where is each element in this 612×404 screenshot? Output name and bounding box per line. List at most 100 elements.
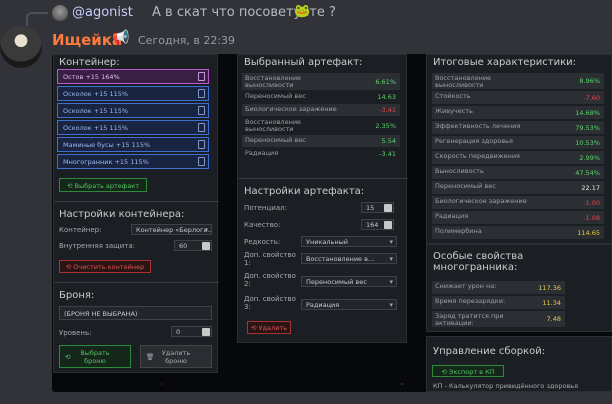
protection-input[interactable]: 60 [174,240,212,251]
total-stat-row: Радиация -1.08 [432,211,604,224]
artifact-stat-row: Восстановление выносливости 2.35% [242,117,400,134]
special-stat-row: Снижает урон на: 117.36 [432,281,565,294]
stat-value: 14.68% [575,109,600,117]
document-icon[interactable] [198,123,205,132]
select-armor-button[interactable]: ⟲ Выбрать броню [59,345,131,368]
artifact-stat-row: Радиация -3.41 [242,148,400,160]
level-input[interactable]: 0 [171,326,212,337]
container-slot[interactable]: Осколок +15 115% [57,120,209,135]
divider [54,282,219,283]
container-slot[interactable]: Маминые бусы +15 115% [57,137,209,152]
image-attachment[interactable]: Контейнер: Остов +15 164% Осколок +15 115… [52,54,612,392]
stat-label: Переносимый вес [245,93,306,100]
total-stat-row: Скорость передвижения 2.99% [432,151,604,164]
prop2-value: Переносимый вес [306,278,367,286]
stat-label: Переносимый вес [435,183,496,190]
total-stat-row: Биологическое заражение -1.00 [432,196,604,209]
artifact-stat-row: Переносимый вес 5.54 [242,135,400,147]
stat-label-line1: Биологическое заражение [435,197,527,205]
stat-label: Восстановление выносливости [245,119,301,133]
document-icon[interactable] [198,157,205,166]
stepper-icon[interactable] [202,242,210,250]
delete-armor-button[interactable]: 🗑 Удалить броню [140,345,212,368]
refresh-icon: ⟲ [65,353,71,361]
container-slot[interactable]: Многогранник +15 115% [57,154,209,169]
artifact-stat-row: Биологическое заражение -3.41 [242,104,400,116]
stat-label-line1: Радиация [245,149,279,157]
select-artifact-button[interactable]: ⟲ Выбрать артефакт [59,178,147,192]
quality-input[interactable]: 164 [361,219,394,230]
prop2-select[interactable]: Переносимый вес ▾ [301,276,397,287]
stat-label-line1: Полимербина [435,227,482,235]
manage-footer: КП - Калькулятор привидённого здоровья [433,382,579,390]
stat-label: Полимербина [435,228,482,235]
stat-label: Радиация [435,213,468,220]
stat-value: 22.17 [581,184,600,192]
container-slot[interactable]: Осколок +15 115% [57,86,209,101]
rarity-label: Редкость: [244,238,281,246]
rarity-select[interactable]: Уникальный ▾ [301,236,397,247]
chevron-down-icon: ▾ [389,255,393,263]
prop3-value: Радиация [306,301,340,309]
document-icon[interactable] [198,72,205,81]
stat-label: Выносливость [435,168,484,175]
prop2-label: Доп. свойство 2: [244,272,296,288]
stat-value: -1.08 [583,214,600,222]
document-icon[interactable] [198,106,205,115]
stat-label-line2: выносливости [245,125,294,133]
stepper-icon[interactable] [384,204,392,212]
stat-label: Радиация [245,150,278,157]
stat-value: 6.61% [375,78,396,86]
divider [238,178,408,179]
total-stat-row: Живучесть 14.68% [432,106,604,119]
stat-value: 7.48 [546,315,561,323]
stat-label-line2: выносливости [435,81,484,89]
stepper-icon[interactable] [202,328,210,336]
container-slot[interactable]: Остов +15 164% [57,69,209,84]
clear-container-button[interactable]: ⟲ Очистить контейнер [59,260,151,273]
slot-label: Осколок +15 115% [63,90,129,98]
artifact-stat-row: Восстановление выносливости 6.61% [242,73,400,90]
slot-label: Остов +15 164% [63,73,120,81]
container-select[interactable]: Контейнер «Берлога... ▾ [131,224,212,235]
stat-label: Восстановление выносливости [245,75,301,89]
stat-label-line1: Радиация [435,212,469,220]
reply-avatar[interactable] [52,5,68,21]
container-panel: Контейнер: Остов +15 164% Осколок +15 115… [53,54,219,373]
prop1-select[interactable]: Восстановление в... ▾ [301,253,397,264]
stat-value: 47.54% [575,169,600,177]
stat-value: 14.63 [377,93,396,101]
total-stat-row: Выносливость 47.54% [432,166,604,179]
slot-label: Осколок +15 115% [63,107,129,115]
reply-username[interactable]: @agonist [72,5,133,20]
stat-value: -1.00 [583,199,600,207]
armor-field[interactable]: (БРОНЯ НЕ ВЫБРАНА) [59,306,212,320]
stat-label: Время перезарядки: [435,298,505,305]
reply-connector [26,12,48,26]
prop3-select[interactable]: Радиация ▾ [301,299,397,310]
stat-label-line1: Выносливость [435,167,484,175]
document-icon[interactable] [198,89,205,98]
slot-label: Маминые бусы +15 115% [63,141,151,149]
artifact-title: Выбранный артефакт: [244,57,363,68]
trash-icon: 🗑 [146,353,155,361]
container-select-value: Контейнер «Берлога... [136,226,212,234]
protection-label: Внутренняя защита: [59,242,136,250]
special-title-line2: многогранника: [433,262,518,273]
potential-input[interactable]: 15 [361,202,394,213]
document-icon[interactable] [198,140,205,149]
special-stat-row: Время перезарядки: 11.34 [432,296,565,309]
stat-value: 79.53% [575,124,600,132]
author-avatar[interactable] [0,26,42,68]
stat-label-line1: Переносимый вес [245,136,306,144]
stat-label: Регенерация здоровья [435,138,513,145]
artifact-panel: Выбранный артефакт: Восстановление выносл… [237,54,408,343]
stepper-icon[interactable] [384,221,392,229]
delete-artifact-button[interactable]: ⟲ Удалить [247,321,291,334]
slot-label: Осколок +15 115% [63,124,129,132]
delete-armor-line1: Удалить [161,349,191,357]
container-slot[interactable]: Осколок +15 115% [57,103,209,118]
stat-label: Восстановление выносливости [435,75,491,89]
export-button[interactable]: ⟲ Экспорт в КП [432,365,504,377]
potential-value: 15 [366,204,375,212]
